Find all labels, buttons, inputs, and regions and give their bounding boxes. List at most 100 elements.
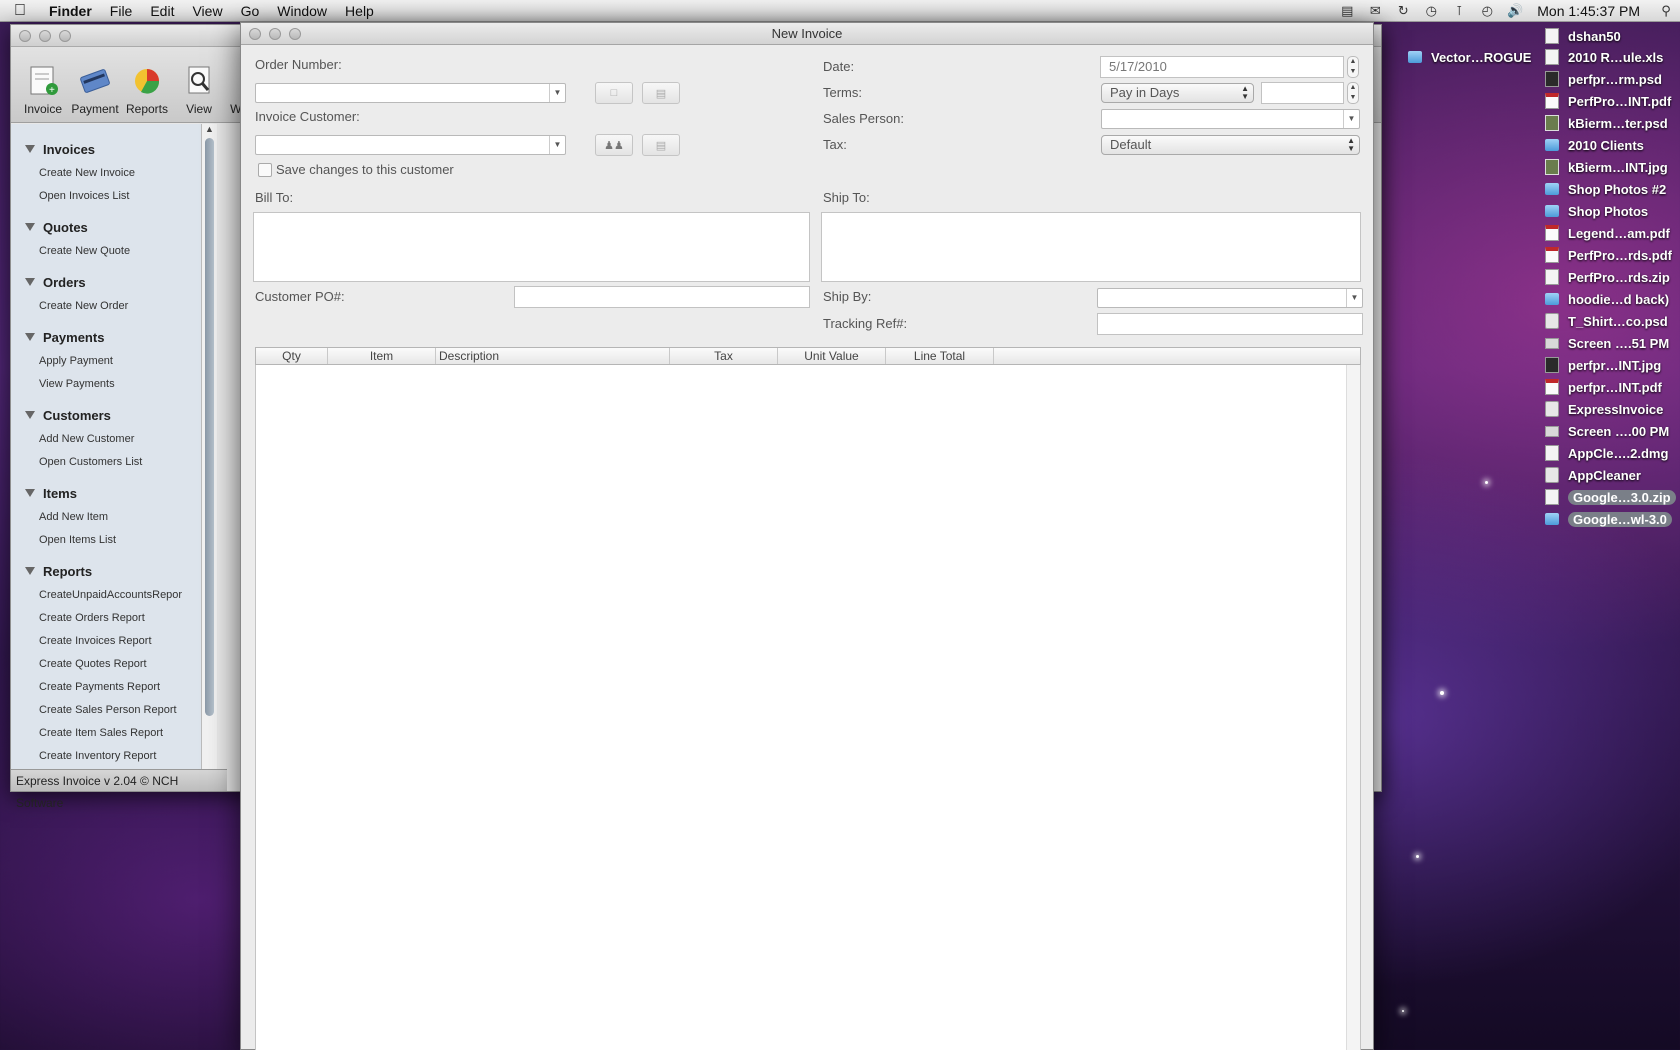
sidebar-link-open-invoices-list[interactable]: Open Invoices List [11, 185, 216, 208]
terms-popup[interactable]: Pay in Days ▲ ▼ [1101, 83, 1254, 103]
desktop-item[interactable]: kBierm…ter.psd [1545, 114, 1668, 132]
menu-file[interactable]: File [101, 0, 142, 22]
close-window-icon[interactable] [249, 28, 261, 40]
new-order-number-button[interactable]: □ [595, 82, 633, 104]
disclosure-triangle-icon[interactable] [25, 411, 35, 419]
sidebar-group-header[interactable]: Customers [11, 402, 216, 428]
disclosure-triangle-icon[interactable] [25, 278, 35, 286]
sidebar-link-add-new-customer[interactable]: Add New Customer [11, 428, 216, 451]
customer-po-field[interactable] [514, 286, 810, 308]
date-stepper[interactable]: ▲ ▼ [1347, 56, 1359, 78]
disclosure-triangle-icon[interactable] [25, 567, 35, 575]
sidebar-scrollbar[interactable]: ▲ ▼ [201, 124, 217, 786]
desktop-item[interactable]: PerfPro…rds.pdf [1545, 246, 1672, 264]
desktop-item[interactable]: 2010 R…ule.xls [1545, 48, 1663, 66]
column-header-unit-value[interactable]: Unit Value [778, 348, 886, 364]
toolbar-invoice-button[interactable]: + Invoice [17, 65, 69, 122]
calendar-icon[interactable]: ▤ [1336, 0, 1358, 22]
close-window-icon[interactable] [19, 30, 31, 42]
tax-popup[interactable]: Default ▲ ▼ [1101, 135, 1360, 155]
dropdown-arrow-icon[interactable]: ▼ [1343, 110, 1359, 128]
bluetooth-icon[interactable]: ⊺ [1448, 0, 1470, 22]
order-number-combo[interactable]: ▼ [255, 83, 566, 103]
desktop-item[interactable]: Vector…ROGUE [1408, 48, 1531, 66]
desktop-item[interactable]: Shop Photos #2 [1545, 180, 1666, 198]
sidebar-link-invoices-report[interactable]: Create Invoices Report [11, 630, 216, 653]
column-header-item[interactable]: Item [328, 348, 436, 364]
sidebar-link-inventory-report[interactable]: Create Inventory Report [11, 745, 216, 768]
desktop-item[interactable]: T_Shirt…co.psd [1545, 312, 1668, 330]
desktop-item[interactable]: perfpr…INT.jpg [1545, 356, 1661, 374]
invoice-customer-combo[interactable]: ▼ [255, 135, 566, 155]
sidebar-link-view-payments[interactable]: View Payments [11, 373, 216, 396]
menu-help[interactable]: Help [336, 0, 383, 22]
ship-by-combo[interactable]: ▼ [1097, 288, 1363, 308]
sidebar-link-sales-person-report[interactable]: Create Sales Person Report [11, 699, 216, 722]
line-items-scrollbar[interactable] [1346, 365, 1360, 1050]
sync-icon[interactable]: ↻ [1392, 0, 1414, 22]
dropdown-arrow-icon[interactable]: ▼ [1346, 289, 1362, 307]
desktop-item[interactable]: Google…3.0.zip [1545, 488, 1676, 506]
sidebar-link-orders-report[interactable]: Create Orders Report [11, 607, 216, 630]
select-customer-button[interactable]: ♟♟ [595, 134, 633, 156]
sidebar-link-open-items-list[interactable]: Open Items List [11, 529, 216, 552]
sidebar-group-header[interactable]: Orders [11, 269, 216, 295]
minimize-window-icon[interactable] [269, 28, 281, 40]
desktop-item[interactable]: ExpressInvoice [1545, 400, 1663, 418]
sidebar-link-create-new-order[interactable]: Create New Order [11, 295, 216, 318]
menu-edit[interactable]: Edit [141, 0, 183, 22]
sidebar-link-payments-report[interactable]: Create Payments Report [11, 676, 216, 699]
sidebar-link-unpaid-accounts-report[interactable]: CreateUnpaidAccountsRepor [11, 584, 216, 607]
terms-days-field[interactable] [1261, 82, 1344, 104]
sidebar-link-create-new-quote[interactable]: Create New Quote [11, 240, 216, 263]
disclosure-triangle-icon[interactable] [25, 333, 35, 341]
sidebar-link-quotes-report[interactable]: Create Quotes Report [11, 653, 216, 676]
desktop-item[interactable]: AppCleaner [1545, 466, 1641, 484]
customer-details-button[interactable]: ▤ [642, 134, 680, 156]
column-header-line-total[interactable]: Line Total [886, 348, 994, 364]
sidebar-link-item-sales-report[interactable]: Create Item Sales Report [11, 722, 216, 745]
sidebar-group-header[interactable]: Reports [11, 558, 216, 584]
date-field[interactable]: 5/17/2010 [1100, 56, 1344, 78]
toolbar-payment-button[interactable]: Payment [69, 65, 121, 122]
apple-menu-icon[interactable]:  [0, 2, 40, 20]
sidebar-scroll-thumb[interactable] [205, 138, 214, 716]
sidebar-group-header[interactable]: Invoices [11, 136, 216, 162]
dropdown-arrow-icon[interactable]: ▼ [549, 84, 565, 102]
zoom-window-icon[interactable] [289, 28, 301, 40]
disclosure-triangle-icon[interactable] [25, 145, 35, 153]
sidebar-group-header[interactable]: Items [11, 480, 216, 506]
desktop-item[interactable]: dshan50 [1545, 27, 1621, 45]
toolbar-reports-button[interactable]: Reports [121, 65, 173, 122]
zoom-window-icon[interactable] [59, 30, 71, 42]
bill-to-textarea[interactable] [253, 212, 810, 282]
column-header-tax[interactable]: Tax [670, 348, 778, 364]
desktop-item[interactable]: perfpr…INT.pdf [1545, 378, 1662, 396]
desktop-item[interactable]: PerfPro…rds.zip [1545, 268, 1670, 286]
mail-icon[interactable]: ✉ [1364, 0, 1386, 22]
sidebar-link-apply-payment[interactable]: Apply Payment [11, 350, 216, 373]
time-machine-icon[interactable]: ◷ [1420, 0, 1442, 22]
desktop-item[interactable]: Google…wl-3.0 [1545, 510, 1672, 528]
tracking-ref-field[interactable] [1097, 313, 1363, 335]
desktop-item[interactable]: perfpr…rm.psd [1545, 70, 1662, 88]
column-header-description[interactable]: Description [436, 348, 670, 364]
scroll-up-arrow-icon[interactable]: ▲ [205, 124, 214, 134]
wifi-icon[interactable]: ◴ [1476, 0, 1498, 22]
line-items-table[interactable] [255, 365, 1361, 1050]
column-header-qty[interactable]: Qty [256, 348, 328, 364]
minimize-window-icon[interactable] [39, 30, 51, 42]
terms-days-stepper[interactable]: ▲ ▼ [1347, 82, 1359, 104]
sidebar-link-open-customers-list[interactable]: Open Customers List [11, 451, 216, 474]
menu-app-name[interactable]: Finder [40, 0, 101, 22]
desktop-item[interactable]: hoodie…d back) [1545, 290, 1669, 308]
sales-person-combo[interactable]: ▼ [1101, 109, 1360, 129]
sidebar-group-header[interactable]: Quotes [11, 214, 216, 240]
menu-go[interactable]: Go [232, 0, 269, 22]
disclosure-triangle-icon[interactable] [25, 489, 35, 497]
menu-window[interactable]: Window [268, 0, 336, 22]
desktop-item[interactable]: Screen ….51 PM [1545, 334, 1669, 352]
desktop-item[interactable]: Screen ….00 PM [1545, 422, 1669, 440]
dropdown-arrow-icon[interactable]: ▼ [549, 136, 565, 154]
clock[interactable]: Mon 1:45:37 PM [1537, 3, 1640, 19]
